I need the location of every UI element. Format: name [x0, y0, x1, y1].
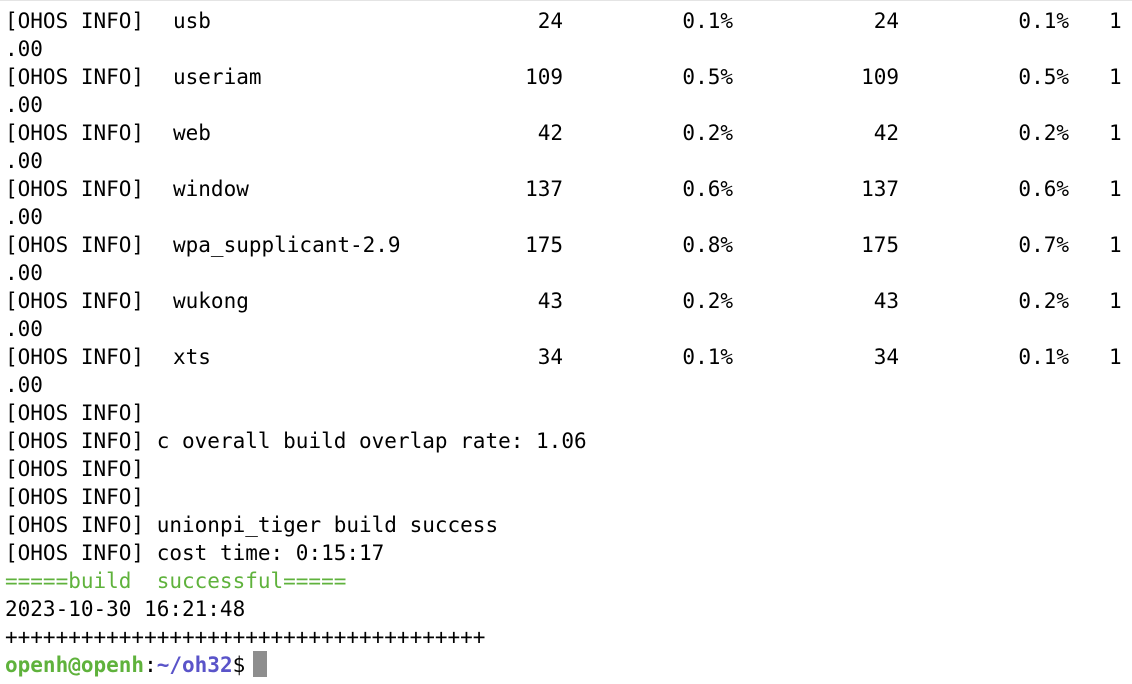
table-row: [OHOS INFO] usb 24 0.1% 24 0.1% 1: [5, 7, 1127, 35]
text-cursor: [253, 651, 268, 677]
percent-cell: 0.1%: [682, 9, 733, 33]
percent-cell: 0.1%: [1018, 345, 1069, 369]
value-cell: 137: [861, 177, 899, 201]
cost-time-text: cost time: 0:15:17: [156, 541, 385, 565]
log-line-empty: [OHOS INFO]: [5, 485, 145, 509]
rate-cell: 1: [1109, 289, 1122, 313]
prompt-symbol: $: [232, 653, 246, 677]
value-cell: 43: [537, 289, 563, 313]
wrapped-line: .00: [5, 373, 43, 397]
percent-cell: 0.1%: [1018, 9, 1069, 33]
log-prefix: [OHOS INFO]: [5, 513, 145, 537]
log-prefix: [OHOS INFO]: [5, 233, 145, 257]
component-name: xts: [173, 345, 211, 369]
log-prefix: [OHOS INFO]: [5, 345, 145, 369]
build-successful-banner: =====build successful=====: [5, 569, 347, 593]
log-prefix: [OHOS INFO]: [5, 429, 145, 453]
value-cell: 24: [537, 9, 563, 33]
rate-cell: 1: [1109, 121, 1122, 145]
value-cell: 43: [873, 289, 899, 313]
table-row: [OHOS INFO] window 137 0.6% 137 0.6% 1: [5, 175, 1127, 203]
log-prefix: [OHOS INFO]: [5, 9, 145, 33]
wrapped-line: .00: [5, 149, 43, 173]
prompt-colon: :: [144, 653, 157, 677]
timestamp: 2023-10-30 16:21:48: [5, 597, 246, 621]
table-row: [OHOS INFO] web 42 0.2% 42 0.2% 1: [5, 119, 1127, 147]
component-name: wukong: [173, 289, 249, 313]
percent-cell: 0.2%: [682, 289, 733, 313]
wrapped-line: .00: [5, 205, 43, 229]
percent-cell: 0.2%: [682, 121, 733, 145]
component-name: wpa_supplicant-2.9: [173, 233, 401, 257]
rate-cell: 1: [1109, 9, 1122, 33]
overlap-rate-text: c overall build overlap rate: 1.06: [156, 429, 587, 453]
component-name: useriam: [173, 65, 262, 89]
log-prefix: [OHOS INFO]: [5, 121, 145, 145]
wrapped-line: .00: [5, 37, 43, 61]
log-prefix: [OHOS INFO]: [5, 65, 145, 89]
percent-cell: 0.5%: [682, 65, 733, 89]
value-cell: 175: [861, 233, 899, 257]
build-success-text: unionpi_tiger build success: [156, 513, 499, 537]
shell-prompt[interactable]: openh@openh:~/oh32$: [5, 651, 268, 679]
table-row: [OHOS INFO] xts 34 0.1% 34 0.1% 1: [5, 343, 1127, 371]
prompt-path: ~/oh32: [156, 653, 233, 677]
log-prefix: [OHOS INFO]: [5, 289, 145, 313]
percent-cell: 0.8%: [682, 233, 733, 257]
rate-cell: 1: [1109, 177, 1122, 201]
log-prefix: [OHOS INFO]: [5, 541, 145, 565]
table-row: [OHOS INFO] wpa_supplicant-2.9 175 0.8% …: [5, 231, 1127, 259]
value-cell: 34: [873, 345, 899, 369]
wrapped-line: .00: [5, 93, 43, 117]
percent-cell: 0.6%: [1018, 177, 1069, 201]
component-name: usb: [173, 9, 211, 33]
value-cell: 34: [537, 345, 563, 369]
value-cell: 137: [525, 177, 563, 201]
value-cell: 109: [861, 65, 899, 89]
table-row: [OHOS INFO] useriam 109 0.5% 109 0.5% 1: [5, 63, 1127, 91]
rate-cell: 1: [1109, 345, 1122, 369]
percent-cell: 0.6%: [682, 177, 733, 201]
prompt-user-host: openh@openh: [5, 653, 145, 677]
percent-cell: 0.2%: [1018, 289, 1069, 313]
value-cell: 42: [537, 121, 563, 145]
component-name: web: [173, 121, 211, 145]
log-line-empty: [OHOS INFO]: [5, 401, 145, 425]
percent-cell: 0.1%: [682, 345, 733, 369]
separator-line: ++++++++++++++++++++++++++++++++++++++: [5, 625, 486, 649]
log-line-success: [OHOS INFO] unionpi_tiger build success: [5, 511, 498, 539]
log-line-overlap: [OHOS INFO] c overall build overlap rate…: [5, 427, 587, 455]
value-cell: 109: [525, 65, 563, 89]
percent-cell: 0.5%: [1018, 65, 1069, 89]
percent-cell: 0.7%: [1018, 233, 1069, 257]
table-row: [OHOS INFO] wukong 43 0.2% 43 0.2% 1: [5, 287, 1127, 315]
value-cell: 175: [525, 233, 563, 257]
percent-cell: 0.2%: [1018, 121, 1069, 145]
rate-cell: 1: [1109, 233, 1122, 257]
value-cell: 24: [873, 9, 899, 33]
log-prefix: [OHOS INFO]: [5, 177, 145, 201]
wrapped-line: .00: [5, 317, 43, 341]
value-cell: 42: [873, 121, 899, 145]
component-name: window: [173, 177, 249, 201]
terminal-window[interactable]: [OHOS INFO] usb 24 0.1% 24 0.1% 1 .00 [O…: [0, 0, 1132, 684]
wrapped-line: .00: [5, 261, 43, 285]
log-line-empty: [OHOS INFO]: [5, 457, 145, 481]
rate-cell: 1: [1109, 65, 1122, 89]
log-line-cost: [OHOS INFO] cost time: 0:15:17: [5, 539, 384, 567]
